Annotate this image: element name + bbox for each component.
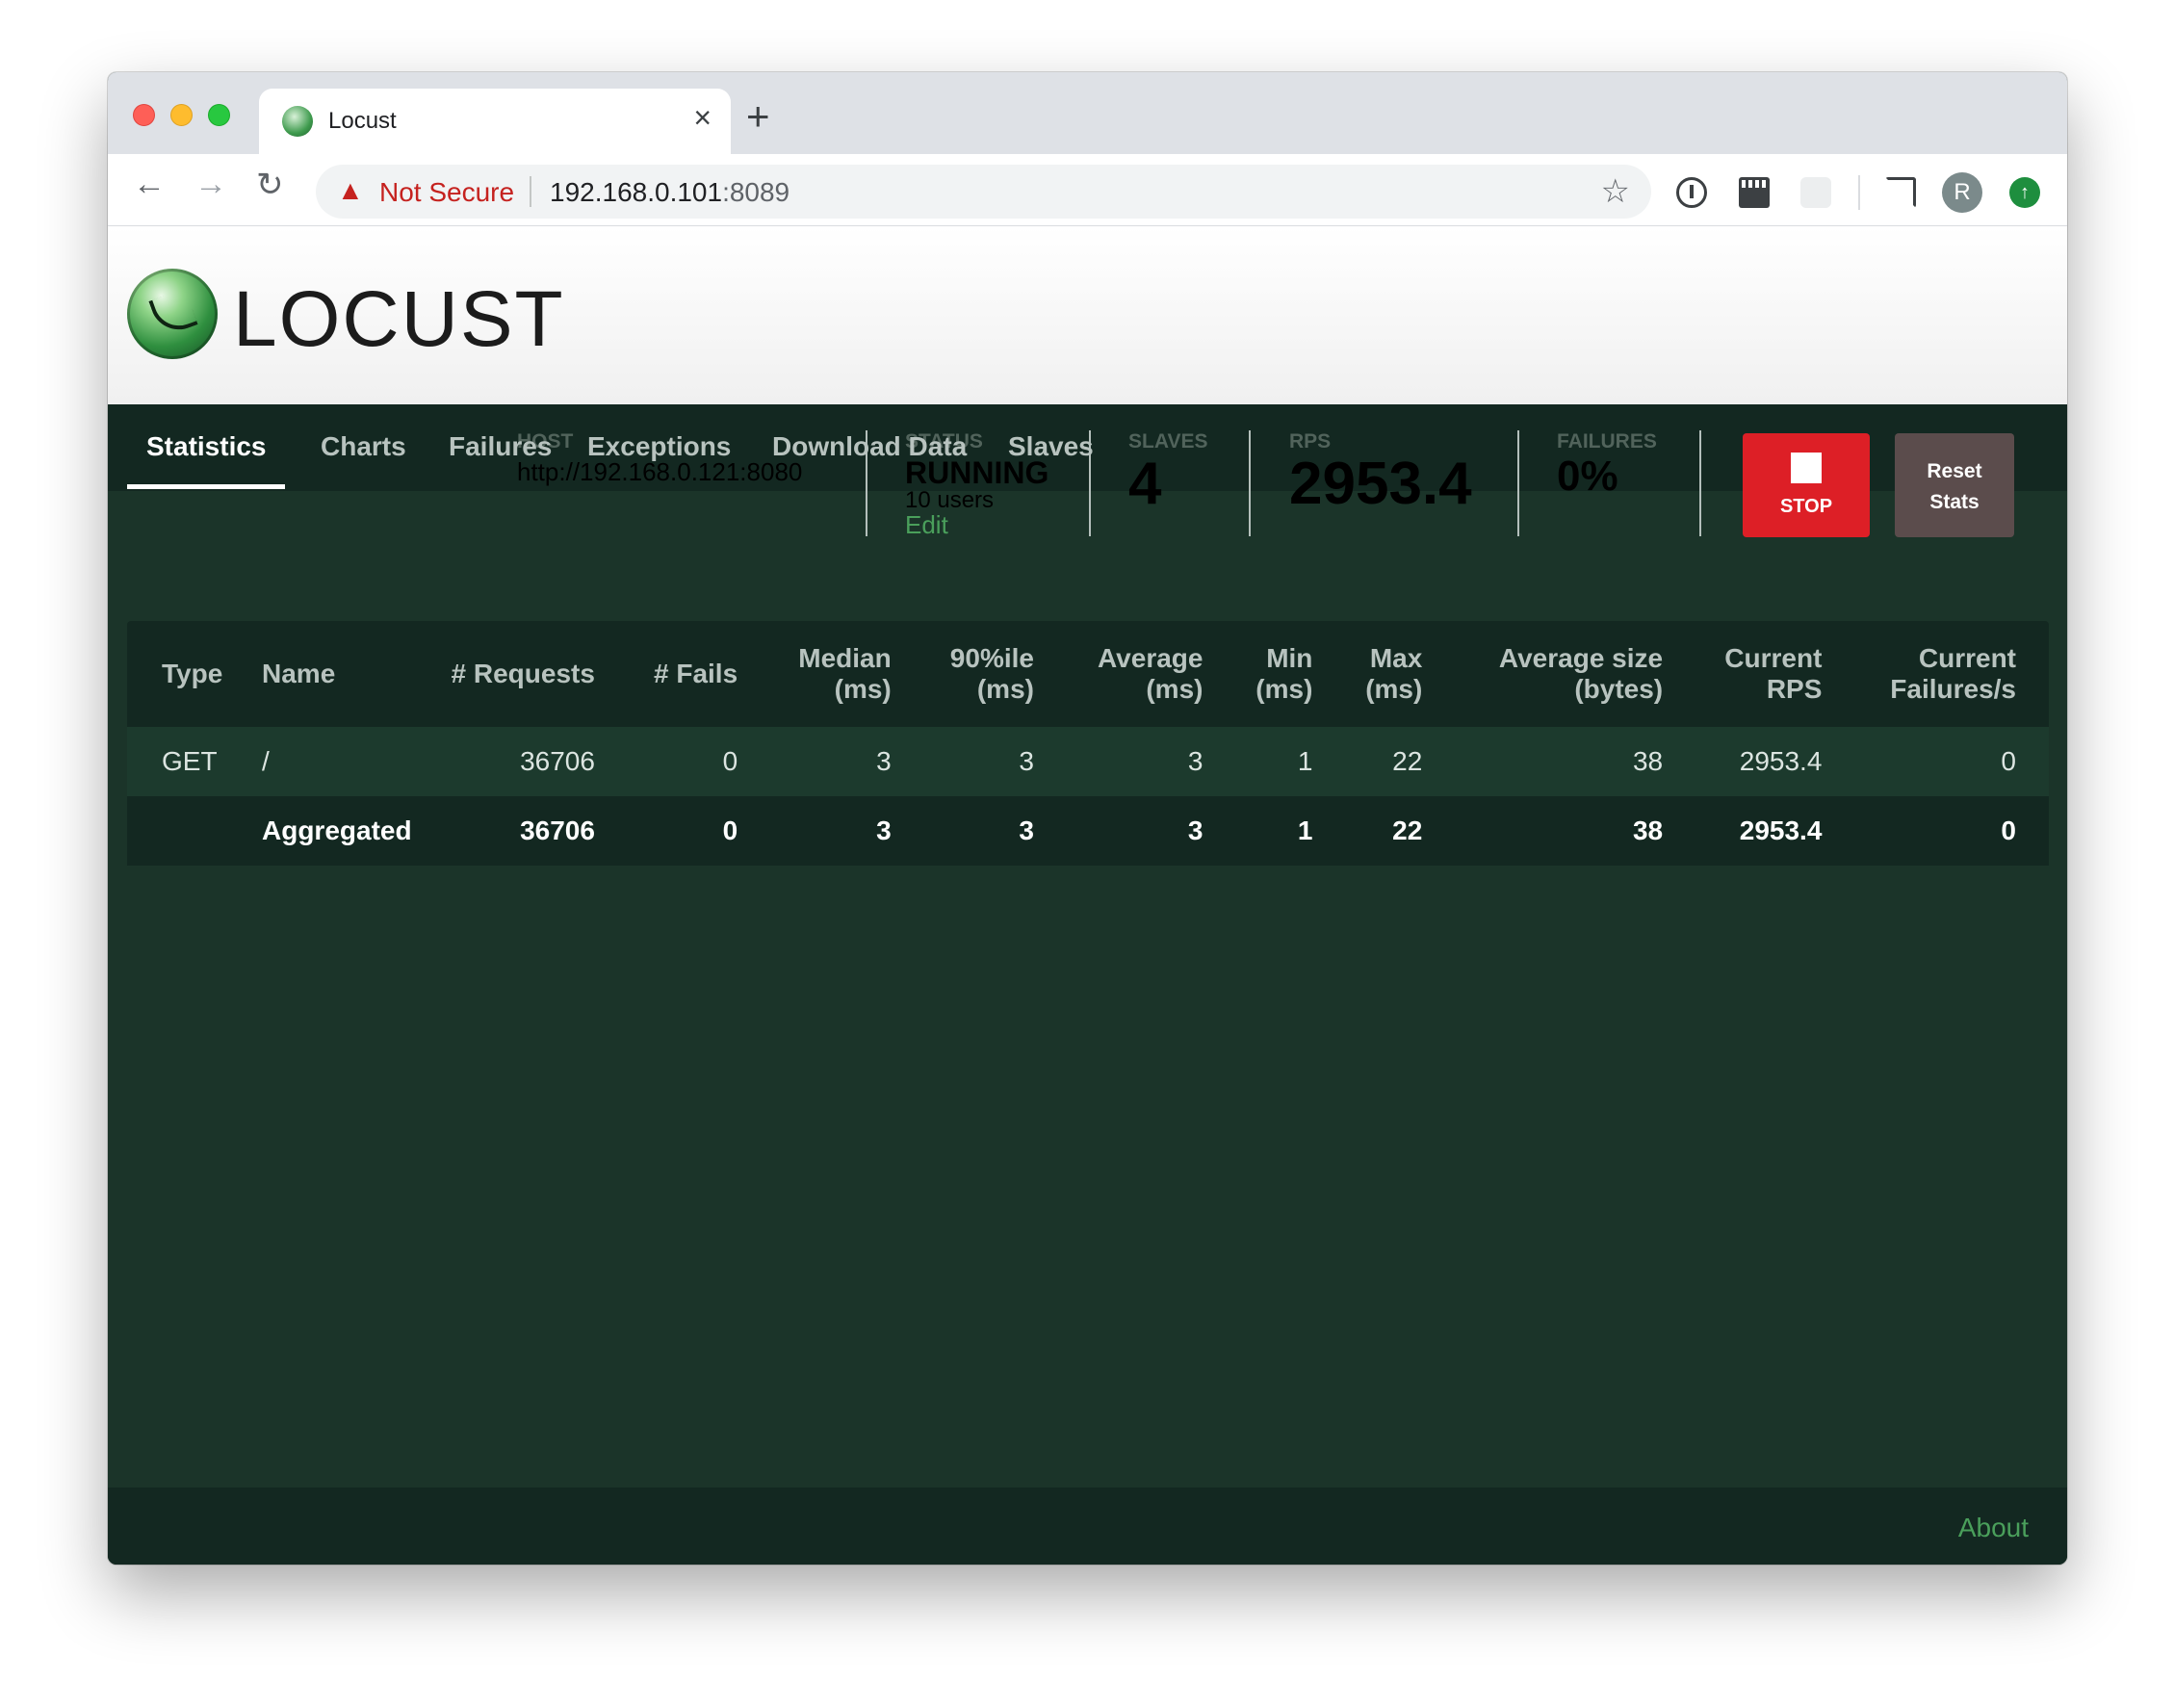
header-requests[interactable]: # Requests: [412, 621, 628, 727]
slaves-value: 4: [1128, 451, 1162, 517]
locust-page: LOCUST HOST http://192.168.0.121:8080 ST…: [108, 226, 2067, 1565]
statistics-table: Type Name # Requests # Fails Median (ms) …: [127, 621, 2049, 866]
active-tab-indicator: [127, 484, 285, 489]
cell-max: 22: [1345, 727, 1456, 796]
profile-avatar[interactable]: R: [1942, 172, 1982, 213]
cell-avg-size: 38: [1455, 796, 1696, 866]
cell-median: 3: [770, 796, 924, 866]
browser-toolbar: ← → ↻ ▲ Not Secure 192.168.0.101:8089 ☆ …: [108, 154, 2067, 226]
header-fails[interactable]: # Fails: [628, 621, 770, 727]
react-extension-icon[interactable]: [1800, 177, 1831, 208]
header-name[interactable]: Name: [227, 621, 412, 727]
update-arrow-icon[interactable]: ↑: [2009, 177, 2040, 208]
tab-title: Locust: [328, 108, 397, 134]
browser-window: Locust × + ← → ↻ ▲ Not Secure 192.168.0.…: [108, 72, 2067, 1565]
cell-current-rps: 2953.4: [1695, 796, 1855, 866]
about-link[interactable]: About: [1958, 1513, 2029, 1543]
header-type[interactable]: Type: [127, 621, 227, 727]
page-footer: About: [108, 1488, 2067, 1565]
cell-type: [127, 796, 227, 866]
rps-stat: RPS 2953.4: [1289, 430, 1472, 515]
stop-label: STOP: [1779, 496, 1833, 517]
tab-charts[interactable]: Charts: [321, 431, 406, 462]
failures-label: FAILURES: [1557, 430, 1657, 453]
minimize-window-button[interactable]: [170, 104, 193, 126]
header-average[interactable]: Average (ms): [1067, 621, 1236, 727]
address-bar[interactable]: ▲ Not Secure 192.168.0.101:8089 ☆: [316, 165, 1651, 219]
bookmark-star-icon[interactable]: ☆: [1601, 172, 1630, 211]
url-host: 192.168.0.101: [550, 177, 723, 207]
cell-name: Aggregated: [227, 796, 412, 866]
cast-icon[interactable]: [1885, 177, 1916, 208]
address-separator: [530, 176, 531, 207]
cell-requests: 36706: [411, 727, 628, 796]
header-avg-size[interactable]: Average size (bytes): [1455, 621, 1695, 727]
url-text[interactable]: 192.168.0.101:8089: [550, 177, 789, 208]
rps-value: 2953.4: [1289, 451, 1472, 517]
browser-tab[interactable]: Locust ×: [259, 89, 731, 154]
header-current-rps[interactable]: Current RPS: [1695, 621, 1854, 727]
cell-requests: 36706: [411, 796, 628, 866]
tab-exceptions[interactable]: Exceptions: [587, 431, 731, 462]
cell-current-rps: 2953.4: [1695, 727, 1855, 796]
reload-icon[interactable]: ↻: [256, 166, 284, 204]
cell-average: 3: [1066, 796, 1236, 866]
reset-stats-button[interactable]: Reset Stats: [1895, 433, 2014, 537]
logo-text: LOCUST: [233, 275, 565, 363]
stat-divider: [1699, 430, 1701, 536]
tab-strip: Locust × +: [108, 72, 2067, 154]
failures-stat: FAILURES 0%: [1557, 430, 1657, 500]
maximize-window-button[interactable]: [208, 104, 230, 126]
cell-current-failures: 0: [1854, 796, 2049, 866]
stop-square-icon: [1791, 453, 1822, 483]
back-arrow-icon[interactable]: ←: [133, 166, 166, 203]
stat-divider: [1517, 430, 1519, 536]
edit-link[interactable]: Edit: [905, 510, 1048, 540]
locust-favicon-icon: [282, 106, 313, 137]
cell-min: 1: [1235, 727, 1346, 796]
cell-fails: 0: [627, 727, 771, 796]
cell-average: 3: [1066, 727, 1236, 796]
cell-name: /: [227, 727, 412, 796]
cell-type: GET: [127, 727, 227, 796]
table-header-row: Type Name # Requests # Fails Median (ms) …: [127, 621, 2049, 727]
aggregated-row: Aggregated 36706 0 3 3 3 1 22 38 2953.4 …: [127, 796, 2049, 866]
failures-value: 0%: [1557, 453, 1618, 500]
tab-statistics[interactable]: Statistics: [146, 431, 267, 462]
cell-max: 22: [1345, 796, 1456, 866]
stat-divider: [1249, 430, 1251, 536]
cell-current-failures: 0: [1854, 727, 2049, 796]
tab-failures[interactable]: Failures: [449, 431, 552, 462]
warning-triangle-icon: ▲: [337, 175, 364, 205]
cell-fails: 0: [627, 796, 771, 866]
header-min[interactable]: Min (ms): [1235, 621, 1345, 727]
cell-min: 1: [1235, 796, 1346, 866]
cell-90pct: 3: [923, 727, 1067, 796]
url-port: :8089: [722, 177, 790, 207]
table-row: GET / 36706 0 3 3 3 1 22 38 2953.4 0: [127, 727, 2049, 796]
header-90pct[interactable]: 90%ile (ms): [924, 621, 1067, 727]
stop-button[interactable]: STOP: [1743, 433, 1870, 537]
not-secure-label[interactable]: Not Secure: [379, 177, 514, 208]
cell-median: 3: [770, 727, 924, 796]
cell-avg-size: 38: [1455, 727, 1696, 796]
close-window-button[interactable]: [133, 104, 155, 126]
header-median[interactable]: Median (ms): [770, 621, 924, 727]
clapperboard-extension-icon[interactable]: [1739, 177, 1770, 208]
cell-90pct: 3: [923, 796, 1067, 866]
tab-close-icon[interactable]: ×: [693, 100, 712, 136]
forward-arrow-icon[interactable]: →: [194, 166, 227, 203]
tab-download-data[interactable]: Download Data: [772, 431, 967, 462]
header-max[interactable]: Max (ms): [1345, 621, 1455, 727]
tab-slaves[interactable]: Slaves: [1008, 431, 1094, 462]
reset-label-line1: Reset: [1927, 460, 1982, 482]
slaves-stat: SLAVES 4: [1128, 430, 1207, 515]
password-manager-icon[interactable]: [1676, 177, 1707, 208]
toolbar-separator: [1858, 175, 1860, 210]
reset-label-line2: Stats: [1929, 491, 1980, 513]
header-current-failures[interactable]: Current Failures/s: [1854, 621, 2049, 727]
new-tab-button[interactable]: +: [746, 93, 770, 140]
